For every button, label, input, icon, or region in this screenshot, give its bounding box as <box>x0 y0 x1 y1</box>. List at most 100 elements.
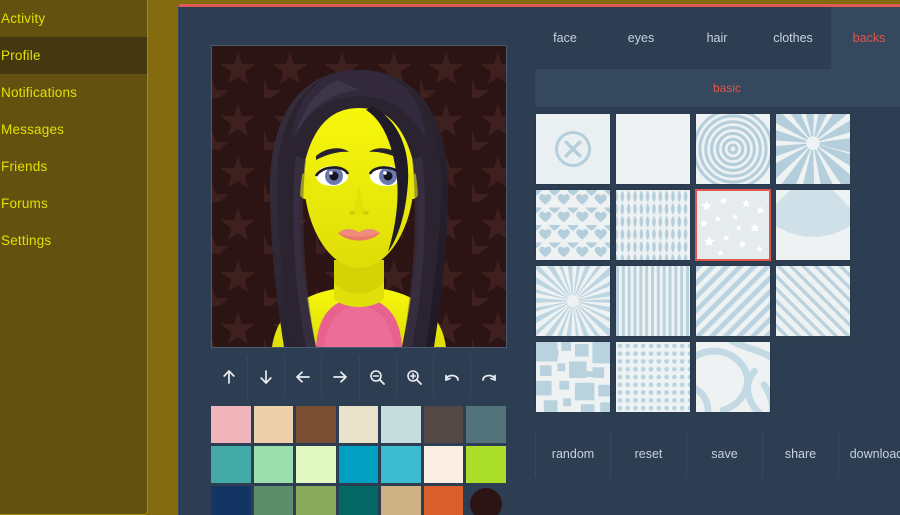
save-button[interactable]: save <box>687 431 763 477</box>
subtab-label: basic <box>712 81 741 95</box>
sidebar-item-forums[interactable]: Forums <box>0 185 147 222</box>
tab-label: clothes <box>773 31 813 45</box>
thumbnail-stars[interactable] <box>695 189 771 261</box>
sidebar-item-profile[interactable]: Profile <box>0 37 147 74</box>
tab-hair[interactable]: hair <box>679 7 755 69</box>
thumbnail-pixel-squares[interactable] <box>535 341 611 413</box>
thumbnail-curves[interactable] <box>695 341 771 413</box>
thumbnail-hearts[interactable] <box>535 189 611 261</box>
avatar-illustration <box>212 46 506 347</box>
color-swatch[interactable] <box>296 486 336 515</box>
none-x-icon <box>555 131 591 167</box>
color-swatch[interactable] <box>296 406 336 443</box>
thumbnail-diagonal-stripes[interactable] <box>695 265 771 337</box>
thumbnail-concentric-circles[interactable] <box>695 113 771 185</box>
color-swatch[interactable] <box>381 446 421 483</box>
dots-pattern <box>616 342 690 412</box>
color-swatch[interactable] <box>381 406 421 443</box>
thumbnail-starburst[interactable] <box>535 265 611 337</box>
avatar-preview[interactable] <box>211 45 507 348</box>
color-swatch[interactable] <box>466 446 506 483</box>
thumbnail-diamonds[interactable] <box>615 189 691 261</box>
color-swatch[interactable] <box>253 446 293 483</box>
zoom-in-icon <box>407 369 423 385</box>
arrow-down-icon <box>260 370 272 384</box>
subtab-basic[interactable]: basic <box>713 81 741 95</box>
sidebar-item-notifications[interactable]: Notifications <box>0 74 147 111</box>
thumbnail-none[interactable] <box>535 113 611 185</box>
vstripes-pattern <box>616 266 690 336</box>
button-label: random <box>551 447 595 461</box>
color-swatch[interactable] <box>296 446 336 483</box>
move-down-button[interactable] <box>248 356 286 398</box>
reset-button[interactable]: reset <box>611 431 687 477</box>
move-up-button[interactable] <box>211 356 249 398</box>
sidebar-item-friends[interactable]: Friends <box>0 148 147 185</box>
category-tabs: face eyes hair clothes backs <box>527 7 900 69</box>
color-swatch[interactable] <box>423 446 463 483</box>
move-left-button[interactable] <box>285 356 323 398</box>
starburst-pattern <box>536 266 610 336</box>
sidebar-item-messages[interactable]: Messages <box>0 111 147 148</box>
button-label: reset <box>634 447 663 461</box>
thumbnail-rays-up[interactable] <box>775 189 851 261</box>
undo-button[interactable] <box>434 356 471 398</box>
thumbnail-sunburst[interactable] <box>775 113 851 185</box>
sidebar-item-label: Profile <box>1 48 41 63</box>
color-swatch[interactable] <box>338 446 378 483</box>
color-swatch[interactable] <box>423 406 463 443</box>
color-swatch[interactable] <box>338 486 378 515</box>
color-swatch[interactable] <box>466 406 506 443</box>
action-buttons: random reset save share download <box>535 431 900 477</box>
selected-color-indicator[interactable] <box>466 486 506 515</box>
color-swatch[interactable] <box>423 486 463 515</box>
thumbnail-diagonal-stripes-thin[interactable] <box>775 265 851 337</box>
stars-pattern <box>697 191 769 259</box>
download-button[interactable]: download <box>839 431 900 477</box>
sidebar-item-label: Forums <box>1 196 48 211</box>
arrow-left-icon <box>296 371 311 383</box>
color-swatch[interactable] <box>211 406 251 443</box>
subcategory-tabs: basic <box>535 69 900 107</box>
tab-face[interactable]: face <box>527 7 603 69</box>
share-button[interactable]: share <box>763 431 839 477</box>
random-button[interactable]: random <box>535 431 611 477</box>
diag2-pattern <box>776 266 850 336</box>
sidebar-item-label: Activity <box>1 11 46 26</box>
zoom-out-icon <box>370 369 385 385</box>
tab-clothes[interactable]: clothes <box>755 7 831 69</box>
sunburst-pattern <box>776 114 850 184</box>
sidebar-item-settings[interactable]: Settings <box>0 222 147 259</box>
button-label: share <box>784 447 817 461</box>
tab-label: hair <box>706 31 728 45</box>
sidebar-item-activity[interactable]: Activity <box>0 0 147 37</box>
color-swatch[interactable] <box>253 406 293 443</box>
transform-toolbar <box>211 356 507 398</box>
thumbnail-polka-dots[interactable] <box>615 341 691 413</box>
color-swatch[interactable] <box>211 446 251 483</box>
zoom-out-button[interactable] <box>360 356 397 398</box>
tab-eyes[interactable]: eyes <box>603 7 679 69</box>
color-swatch[interactable] <box>211 486 251 515</box>
thumbnail-blank[interactable] <box>615 113 691 185</box>
color-swatch[interactable] <box>381 486 421 515</box>
tab-backs[interactable]: backs <box>831 7 900 69</box>
editor-column <box>211 45 511 515</box>
diag1-pattern <box>696 266 770 336</box>
squares-pattern <box>536 342 610 412</box>
sidebar-item-label: Settings <box>1 233 52 248</box>
asset-picker: face eyes hair clothes backs basic rando… <box>527 7 900 477</box>
color-swatch[interactable] <box>253 486 293 515</box>
thumbnail-vertical-stripes[interactable] <box>615 265 691 337</box>
redo-button[interactable] <box>471 356 507 398</box>
arrow-right-icon <box>333 371 348 383</box>
redo-icon <box>482 374 496 381</box>
zoom-in-button[interactable] <box>397 356 434 398</box>
tab-label: backs <box>852 31 886 45</box>
hearts-pattern <box>536 190 610 260</box>
sidebar-item-label: Friends <box>1 159 48 174</box>
move-right-button[interactable] <box>322 356 360 398</box>
color-swatch[interactable] <box>338 406 378 443</box>
rays-pattern <box>776 190 850 260</box>
button-label: save <box>711 447 738 461</box>
